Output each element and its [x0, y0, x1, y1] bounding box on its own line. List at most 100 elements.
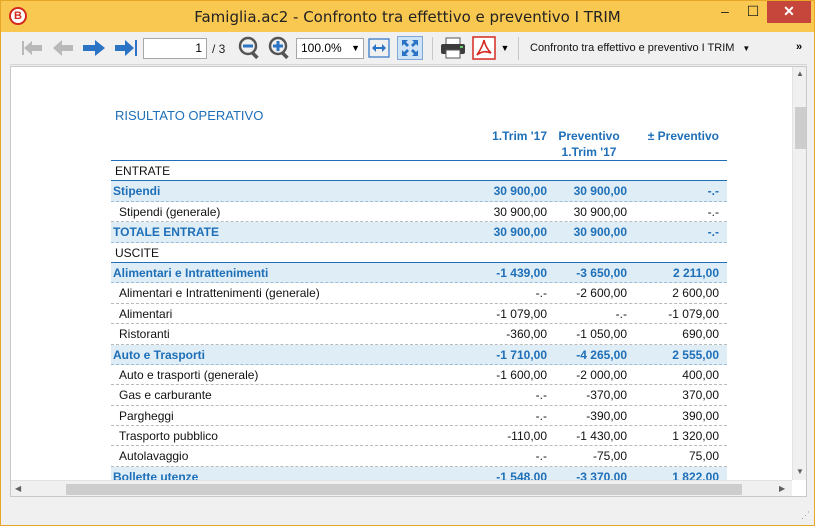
column-header-variance: ± Preventivo — [647, 129, 719, 143]
vertical-scroll-thumb[interactable] — [795, 107, 806, 149]
table-row[interactable]: Pargheggi -.- -390,00 390,00 — [111, 406, 727, 427]
minimize-button[interactable]: – — [711, 1, 739, 23]
fit-width-icon[interactable] — [368, 36, 390, 60]
table-row[interactable]: Stipendi (generale) 30 900,00 30 900,00 -.- — [111, 202, 727, 223]
zoom-level-value: 100.0% — [301, 41, 342, 55]
scroll-down-icon[interactable]: ▼ — [796, 467, 804, 476]
actual-value: -.- — [535, 408, 547, 423]
variance-value: 75,00 — [688, 449, 719, 464]
budget-value: -390,00 — [586, 408, 627, 423]
horizontal-scrollbar[interactable]: ◀ ▶ — [11, 480, 792, 496]
category-row[interactable]: Stipendi 30 900,00 30 900,00 -.- — [111, 181, 727, 202]
fit-page-icon[interactable] — [397, 36, 423, 60]
budget-value: 30 900,00 — [573, 184, 627, 199]
app-window: B Famiglia.ac2 - Confronto tra effettivo… — [0, 0, 815, 526]
column-header-budget: Preventivo 1.Trim '17 — [558, 129, 620, 159]
row-label: Trasporto pubblico — [119, 429, 218, 444]
previous-page-icon[interactable] — [52, 36, 74, 60]
budget-value: -75,00 — [592, 449, 627, 464]
page-number-input[interactable]: 1 — [143, 38, 207, 59]
budget-value: -4 265,00 — [576, 347, 627, 362]
close-button[interactable]: ✕ — [767, 1, 811, 23]
resize-grip-icon[interactable]: ⋰ — [801, 510, 810, 521]
actual-value: -1 600,00 — [496, 367, 547, 382]
actual-value: -1 710,00 — [496, 347, 547, 362]
variance-value: 370,00 — [682, 388, 719, 403]
variance-value: 2 211,00 — [672, 265, 719, 280]
budget-value: -3 650,00 — [576, 265, 627, 280]
printer-icon[interactable] — [440, 36, 466, 60]
row-label: Auto e Trasporti — [113, 347, 206, 362]
variance-value: -.- — [707, 225, 719, 240]
budget-value: -1 430,00 — [576, 429, 627, 444]
actual-value: 30 900,00 — [493, 225, 547, 240]
variance-value: -.- — [707, 184, 719, 199]
next-page-icon[interactable] — [82, 36, 106, 60]
actual-value: -.- — [535, 449, 547, 464]
row-label: Gas e carburante — [119, 388, 212, 403]
actual-value: -1 439,00 — [496, 265, 547, 280]
row-label: Auto e trasporti (generale) — [119, 367, 259, 382]
report-select[interactable]: Confronto tra effettivo e preventivo I T… — [530, 42, 750, 54]
actual-value: -360,00 — [506, 327, 547, 342]
row-label: ENTRATE — [115, 164, 171, 178]
zoom-out-icon[interactable] — [238, 36, 262, 60]
variance-value: -.- — [707, 204, 719, 219]
scroll-up-icon[interactable]: ▲ — [796, 69, 804, 78]
table-row[interactable]: Gas e carburante -.- -370,00 370,00 — [111, 385, 727, 406]
category-row[interactable]: TOTALE ENTRATE 30 900,00 30 900,00 -.- — [111, 222, 727, 243]
chevron-down-icon: ▼ — [351, 43, 360, 53]
toolbar-divider — [518, 37, 519, 60]
row-label: Stipendi (generale) — [119, 204, 221, 219]
row-label: Autolavaggio — [119, 449, 189, 464]
toolbar-divider — [432, 37, 433, 60]
zoom-in-icon[interactable] — [268, 36, 292, 60]
actual-value: -1 079,00 — [496, 306, 547, 321]
budget-value: 30 900,00 — [573, 204, 627, 219]
actual-value: -.- — [535, 388, 547, 403]
actual-value: -.- — [535, 286, 547, 301]
pdf-export-icon[interactable] — [472, 36, 496, 60]
scroll-left-icon[interactable]: ◀ — [15, 484, 21, 493]
actual-value: 30 900,00 — [493, 184, 547, 199]
report-select-value: Confronto tra effettivo e preventivo I T… — [530, 42, 735, 54]
maximize-button[interactable]: ☐ — [739, 1, 767, 23]
report-viewer[interactable]: RISULTATO OPERATIVO 1.Trim '17 Preventiv… — [10, 66, 807, 497]
table-row[interactable]: Ristoranti -360,00 -1 050,00 690,00 — [111, 324, 727, 345]
category-row[interactable]: Auto e Trasporti -1 710,00 -4 265,00 2 555,… — [111, 344, 727, 365]
vertical-scrollbar[interactable]: ▲ ▼ — [792, 67, 806, 480]
budget-value: -.- — [615, 306, 627, 321]
variance-value: 2 600,00 — [672, 286, 719, 301]
last-page-icon[interactable] — [114, 36, 138, 60]
title-bar[interactable]: B Famiglia.ac2 - Confronto tra effettivo… — [1, 1, 814, 32]
section-row[interactable]: USCITE — [111, 243, 727, 263]
variance-value: 390,00 — [682, 408, 719, 423]
export-dropdown-icon[interactable]: ▼ — [499, 36, 511, 60]
chevron-down-icon: ▼ — [742, 44, 751, 53]
section-row[interactable]: ENTRATE — [111, 161, 727, 182]
variance-value: 400,00 — [682, 367, 719, 382]
table-row[interactable]: Autolavaggio -.- -75,00 75,00 — [111, 446, 727, 467]
table-row[interactable]: Alimentari -1 079,00 -.- -1 079,00 — [111, 304, 727, 325]
table-row[interactable]: Trasporto pubblico -110,00 -1 430,00 1 320,… — [111, 426, 727, 447]
toolbar-overflow-button[interactable]: » — [796, 41, 802, 53]
variance-value: 1 320,00 — [672, 429, 719, 444]
table-row[interactable]: Alimentari e Intrattenimenti (generale) -… — [111, 283, 727, 304]
first-page-icon[interactable] — [22, 36, 44, 60]
horizontal-scroll-thumb[interactable] — [66, 484, 742, 495]
report-table: ENTRATE Stipendi 30 900,00 30 900,00 -.- Stip… — [111, 161, 727, 488]
row-label: Ristoranti — [119, 327, 170, 342]
scroll-right-icon[interactable]: ▶ — [779, 484, 785, 493]
row-label: TOTALE ENTRATE — [113, 225, 219, 240]
table-row[interactable]: Auto e trasporti (generale) -1 600,00 -2 0… — [111, 365, 727, 386]
row-label: Alimentari e Intrattenimenti — [113, 265, 269, 280]
row-label: Alimentari e Intrattenimenti (generale) — [119, 286, 320, 301]
category-row[interactable]: Alimentari e Intrattenimenti -1 439,00 -3 … — [111, 262, 727, 284]
report-title: RISULTATO OPERATIVO — [115, 108, 264, 123]
window-title: Famiglia.ac2 - Confronto tra effettivo e… — [194, 8, 621, 26]
zoom-level-select[interactable]: 100.0% ▼ — [296, 38, 364, 59]
row-label: Pargheggi — [119, 408, 174, 423]
page-total-label: / 3 — [212, 42, 226, 56]
row-label: Stipendi — [113, 184, 161, 199]
variance-value: -1 079,00 — [668, 306, 719, 321]
